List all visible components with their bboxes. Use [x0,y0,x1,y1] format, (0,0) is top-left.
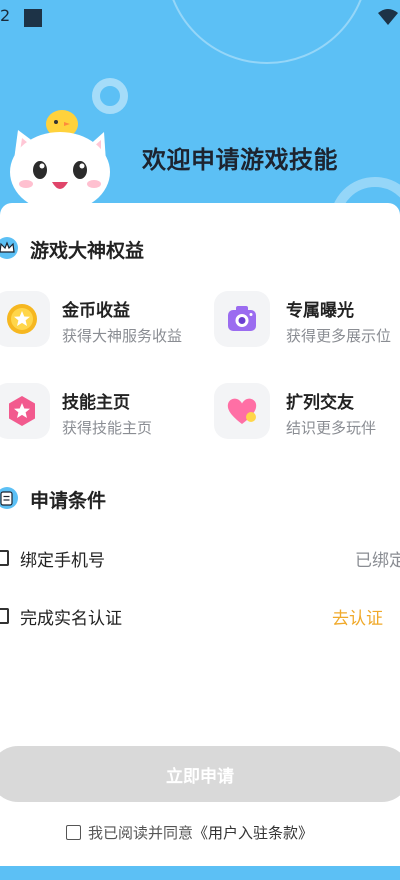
benefit-title: 扩列交友 [286,393,354,413]
condition-status-phone: 已绑定 [355,551,400,571]
camera-icon [228,306,256,331]
bottom-bar [0,866,400,880]
hexagon-star-icon [9,396,35,426]
benefit-desc: 获得技能主页 [62,419,153,437]
status-time: 2 [0,6,11,25]
coin-icon [7,304,37,334]
benefit-desc: 获得更多展示位 [286,327,392,345]
benefit-title: 技能主页 [62,393,130,413]
agreement-row: 我已阅读并同意 《用户入驻条款》 [66,821,313,843]
benefits-section-title: 游戏大神权益 [30,240,145,262]
agreement-text: 我已阅读并同意 [88,823,194,842]
benefit-title: 金币收益 [62,301,130,321]
wifi-icon [378,9,398,25]
benefit-icon-box [0,291,50,347]
mascot-cat-icon [10,110,110,215]
heart-icon [227,398,257,424]
terms-link[interactable]: 《用户入驻条款》 [193,822,313,843]
welcome-title: 欢迎申请游戏技能 [142,146,338,174]
crown-icon [0,237,18,259]
benefit-icon-box [0,383,50,439]
conditions-section-title: 申请条件 [30,490,107,512]
condition-bullet-icon [0,608,9,624]
notification-icon [24,9,42,27]
benefit-title: 专属曝光 [286,301,354,321]
apply-button[interactable]: 立即申请 [0,746,400,802]
benefit-desc: 获得大神服务收益 [62,327,183,345]
benefit-desc: 结识更多玩伴 [286,419,377,437]
agreement-checkbox[interactable] [66,824,81,840]
condition-label-realname: 完成实名认证 [20,609,122,629]
document-icon [0,487,18,509]
decor-circle [165,0,369,64]
condition-label-phone: 绑定手机号 [20,551,105,571]
benefit-icon-box [214,291,270,347]
condition-bullet-icon [0,550,9,566]
verify-link[interactable]: 去认证 [332,604,383,629]
header-banner: 2 欢迎申请游戏技能 [0,0,400,215]
benefit-icon-box [214,383,270,439]
